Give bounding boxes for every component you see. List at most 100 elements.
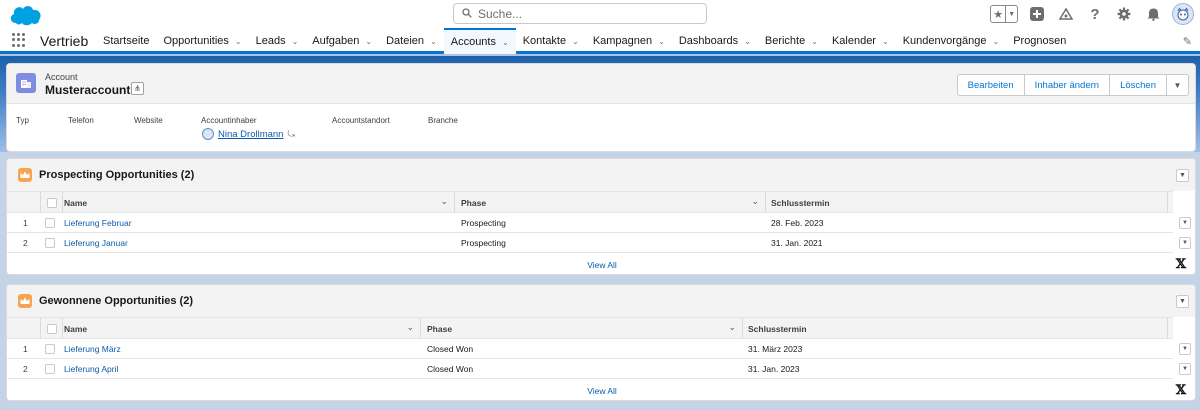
favorites-button-group[interactable]: ★ ▼ [990,5,1018,23]
chevron-down-icon[interactable]: ⌄ [365,37,372,46]
row-number-header [7,192,41,213]
related-list-prospecting: Prospecting Opportunities (2) ▼ Name ⌄ Ph… [6,158,1196,275]
related-list-title[interactable]: Gewonnene Opportunities (2) [39,295,193,307]
chevron-down-icon[interactable]: ⌄ [406,322,414,333]
row-actions-menu[interactable]: ▼ [1179,343,1191,355]
chevron-down-icon[interactable]: ▼ [1176,295,1189,308]
global-search-input[interactable]: Suche... [453,3,707,24]
opportunity-link[interactable]: Lieferung März [64,344,121,354]
view-all-link[interactable]: View All [7,260,1195,270]
column-header-schlusstermin[interactable]: Schlusstermin [766,192,1168,213]
nav-tab-prognosen[interactable]: Prognosen [1006,28,1073,54]
chevron-down-icon[interactable]: ⌄ [882,37,889,46]
column-header-name[interactable]: Name ⌄ [63,318,421,339]
global-header: Suche... ★ ▼ ? [0,0,1200,28]
add-icon[interactable] [1027,4,1047,24]
chevron-down-icon[interactable]: ⌄ [430,37,437,46]
trailhead-icon[interactable] [1056,4,1076,24]
edit-button[interactable]: Bearbeiten [956,74,1025,96]
nav-tab-dashboards[interactable]: Dashboards ⌄ [672,28,758,54]
chevron-down-icon[interactable]: ⌄ [728,322,736,333]
column-header-phase[interactable]: Phase ⌄ [455,192,766,213]
owner-link[interactable]: Nina Drollmann [218,129,283,140]
nav-tab-dateien[interactable]: Dateien ⌄ [379,28,444,54]
opportunity-link[interactable]: Lieferung Januar [64,238,128,248]
more-actions-button[interactable]: ▼ [1167,74,1189,96]
chevron-down-icon[interactable]: ⌄ [292,37,299,46]
favorites-star-icon[interactable]: ★ [991,6,1007,22]
row-actions-menu[interactable]: ▼ [1179,217,1191,229]
column-header-phase[interactable]: Phase ⌄ [421,318,743,339]
field-label-standort: Accountstandort [332,116,390,125]
nav-tab-label: Prognosen [1013,35,1067,47]
nav-tab-kundenvorgaenge[interactable]: Kundenvorgänge ⌄ [896,28,1007,54]
opportunity-link[interactable]: Lieferung April [64,364,118,374]
chevron-down-icon[interactable]: ⌄ [811,37,818,46]
chevron-down-icon[interactable]: ⌄ [658,37,665,46]
nav-tab-kontakte[interactable]: Kontakte ⌄ [516,28,586,54]
chevron-down-icon[interactable]: ⌄ [440,196,448,207]
help-icon[interactable]: ? [1085,4,1105,24]
nav-tab-accounts[interactable]: Accounts ⌄ [443,28,516,54]
chevron-down-icon[interactable]: ⌄ [751,196,759,207]
change-owner-button[interactable]: Inhaber ändern [1024,74,1111,96]
related-list-title[interactable]: Prospecting Opportunities (2) [39,169,194,181]
user-avatar-icon[interactable] [1172,3,1194,25]
column-header-schlusstermin[interactable]: Schlusstermin [743,318,1168,339]
delete-button[interactable]: Löschen [1110,74,1167,96]
nav-tab-aufgaben[interactable]: Aufgaben ⌄ [305,28,379,54]
view-all-link[interactable]: View All [7,386,1195,396]
crown-opportunity-icon [18,294,32,308]
column-header-name[interactable]: Name ⌄ [63,192,455,213]
field-label-typ: Typ [16,116,29,125]
row-checkbox[interactable] [45,364,55,376]
select-all-checkbox[interactable] [41,318,63,339]
chevron-down-icon[interactable]: ⌄ [572,37,579,46]
chevron-down-icon[interactable]: ⌄ [744,37,751,46]
phase-value: Prospecting [461,218,506,228]
nav-tab-kalender[interactable]: Kalender ⌄ [825,28,896,54]
nav-tab-berichte[interactable]: Berichte ⌄ [758,28,825,54]
chevron-down-icon[interactable]: ⌄ [502,38,509,47]
select-all-checkbox[interactable] [41,192,63,213]
nav-tab-label: Startseite [103,35,150,47]
table-row[interactable]: 1 Lieferung März Closed Won 31. März 202… [7,340,1191,359]
chevron-down-icon[interactable]: ⌄ [235,37,242,46]
nav-tab-opportunities[interactable]: Opportunities ⌄ [156,28,248,54]
row-actions-menu[interactable]: ▼ [1179,237,1191,249]
x-logo-icon: 𝕏 [1175,257,1186,272]
field-label-website: Website [134,116,163,125]
nav-tab-label: Berichte [764,35,806,47]
table-header: Name ⌄ Phase ⌄ Schlusstermin [7,191,1173,213]
setup-gear-icon[interactable] [1114,4,1134,24]
opportunity-link[interactable]: Lieferung Februar [64,218,132,228]
table-row[interactable]: 2 Lieferung Januar Prospecting 31. Jan. … [7,234,1191,253]
chevron-down-icon[interactable]: ▼ [1176,169,1189,182]
edit-nav-pencil-icon[interactable]: ✎ [1183,35,1192,48]
row-number-header [7,318,41,339]
table-row[interactable]: 1 Lieferung Februar Prospecting 28. Feb.… [7,214,1191,233]
row-checkbox[interactable] [45,218,55,230]
record-type-label: Account [45,72,78,82]
x-logo-icon: 𝕏 [1175,383,1186,398]
row-actions-menu[interactable]: ▼ [1179,363,1191,375]
favorites-dropdown-icon[interactable]: ▼ [1006,6,1017,22]
nav-tab-startseite[interactable]: Startseite [96,28,156,54]
chevron-down-icon[interactable]: ⌄ [992,37,999,46]
crown-opportunity-icon [18,168,32,182]
row-checkbox[interactable] [45,238,55,250]
header-utilities: ★ ▼ ? [990,3,1194,25]
field-label-branche: Branche [428,116,458,125]
change-owner-icon[interactable]: ⤿ [287,129,295,140]
app-launcher-icon[interactable] [12,33,26,47]
notifications-bell-icon[interactable] [1143,4,1163,24]
salesforce-cloud-icon[interactable] [8,3,44,30]
hierarchy-icon[interactable]: ⋔ [131,82,144,95]
column-label: Phase [427,323,453,334]
column-label: Schlusstermin [748,323,807,334]
nav-tab-leads[interactable]: Leads ⌄ [249,28,306,54]
table-row[interactable]: 2 Lieferung April Closed Won 31. Jan. 20… [7,360,1191,379]
nav-tab-kampagnen[interactable]: Kampagnen ⌄ [586,28,672,54]
row-checkbox[interactable] [45,344,55,356]
row-number: 1 [23,344,28,354]
